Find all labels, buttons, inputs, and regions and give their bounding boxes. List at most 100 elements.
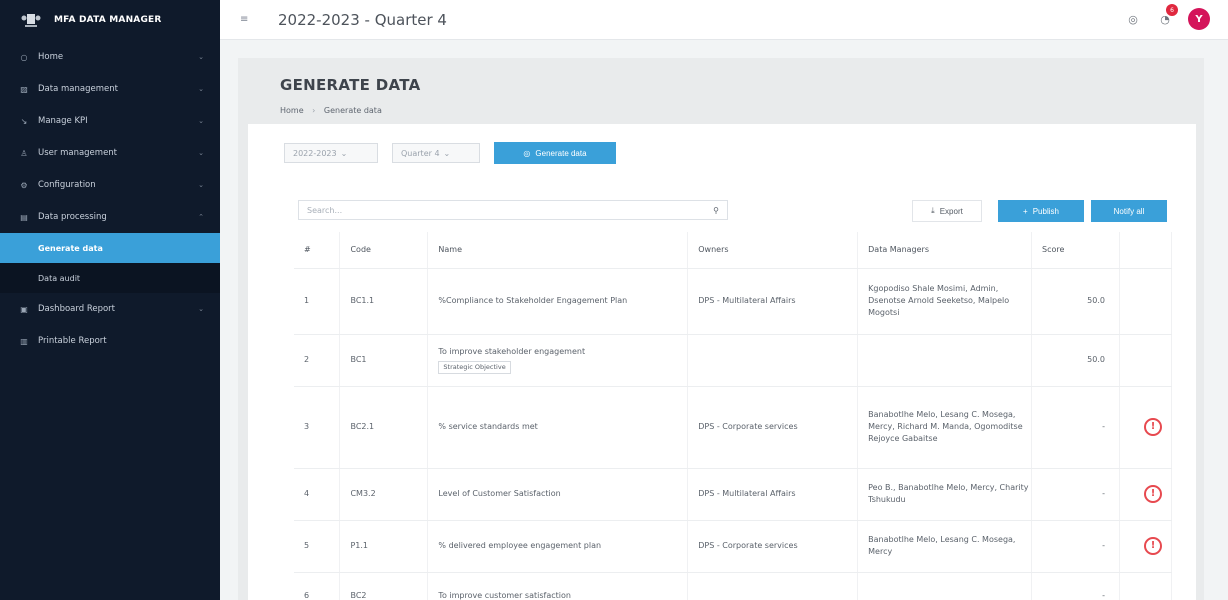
- dashboard-icon: ▣: [20, 304, 28, 314]
- publish-label: Publish: [1032, 206, 1059, 216]
- cell-name: To improve customer satisfaction: [427, 572, 689, 600]
- cell-number: 5: [294, 520, 341, 573]
- cell-owners: DPS - Multilateral Affairs: [687, 468, 859, 521]
- cell-owners: DPS - Corporate services: [687, 520, 859, 573]
- cell-data-managers: Peo B., Banabotlhe Melo, Mercy, Charity …: [857, 468, 1033, 521]
- chevron-down-icon: ⌄: [340, 148, 348, 158]
- notify-all-button[interactable]: Notify all: [1091, 200, 1167, 222]
- app-title: MFA DATA MANAGER: [54, 15, 162, 25]
- chevron-down-icon: ⌄: [198, 53, 204, 61]
- quarter-select[interactable]: Quarter 4 ⌄: [392, 143, 480, 163]
- sidebar-item-label: Manage KPI: [38, 116, 88, 126]
- home-icon: ○: [20, 52, 28, 62]
- sidebar: MFA DATA MANAGER ○ Home ⌄ ▨ Data managem…: [0, 0, 220, 600]
- warning-icon[interactable]: !: [1143, 537, 1162, 555]
- notification-button[interactable]: ◔ 6: [1156, 4, 1178, 28]
- column-header-owners[interactable]: Owners: [687, 232, 859, 269]
- quarter-select-value: Quarter 4: [401, 148, 440, 158]
- user-icon: ♙: [20, 148, 28, 158]
- cell-actions: [1119, 334, 1173, 387]
- cell-owners: [687, 334, 859, 387]
- chevron-up-icon: ⌃: [198, 213, 204, 221]
- edit-icon: ▨: [20, 84, 28, 94]
- period-title: 2022-2023 - Quarter 4: [278, 10, 447, 29]
- sidebar-subitem-generate-data[interactable]: Generate data: [0, 233, 220, 263]
- export-label: Export: [939, 206, 963, 216]
- cell-data-managers: [857, 572, 1033, 600]
- cell-number: 3: [294, 386, 341, 469]
- refresh-icon: ◎: [523, 148, 531, 158]
- table-row[interactable]: 3 BC2.1 % service standards met DPS - Co…: [294, 386, 1173, 469]
- column-header-data-managers[interactable]: Data Managers: [857, 232, 1033, 269]
- chart-icon: ↘: [20, 116, 28, 126]
- table-row[interactable]: 2 BC1 To improve stakeholder engagement …: [294, 334, 1173, 387]
- generate-data-card: 2022-2023 ⌄ Quarter 4 ⌄ ◎ Generate data …: [248, 124, 1196, 600]
- sidebar-item-data-processing[interactable]: ▤ Data processing ⌃: [0, 201, 220, 233]
- column-header-name[interactable]: Name: [427, 232, 689, 269]
- column-header-code[interactable]: Code: [339, 232, 429, 269]
- sidebar-item-printable-report[interactable]: ▥ Printable Report: [0, 325, 220, 357]
- sidebar-item-dashboard-report[interactable]: ▣ Dashboard Report ⌄: [0, 293, 220, 325]
- data-table: # Code Name Owners Data Managers Score 1…: [294, 232, 1173, 600]
- sidebar-item-manage-kpi[interactable]: ↘ Manage KPI ⌄: [0, 105, 220, 137]
- year-select[interactable]: 2022-2023 ⌄: [284, 143, 378, 163]
- warning-icon[interactable]: !: [1143, 418, 1162, 436]
- page-title: GENERATE DATA: [280, 76, 421, 94]
- column-header-score[interactable]: Score: [1031, 232, 1120, 269]
- sidebar-item-user-management[interactable]: ♙ User management ⌄: [0, 137, 220, 169]
- cell-data-managers: Banabotlhe Melo, Lesang C. Mosega, Mercy…: [857, 386, 1033, 469]
- sidebar-item-data-management[interactable]: ▨ Data management ⌄: [0, 73, 220, 105]
- sidebar-item-label: Data management: [38, 84, 118, 94]
- cell-owners: [687, 572, 859, 600]
- generate-data-button[interactable]: ◎ Generate data: [494, 142, 616, 164]
- sidebar-item-home[interactable]: ○ Home ⌄: [0, 41, 220, 73]
- main-content: GENERATE DATA Home › Generate data 2022-…: [238, 58, 1204, 600]
- publish-button[interactable]: + Publish: [998, 200, 1084, 222]
- cell-number: 4: [294, 468, 341, 521]
- cell-code: P1.1: [339, 520, 429, 573]
- page-header: GENERATE DATA Home › Generate data: [238, 58, 1204, 124]
- chevron-down-icon: ⌄: [198, 149, 204, 157]
- sidebar-subitem-data-audit[interactable]: Data audit: [0, 263, 220, 293]
- search-icon: ⚲: [713, 205, 719, 215]
- export-button[interactable]: ⤓ Export: [912, 200, 982, 222]
- strategic-objective-tag: Strategic Objective: [438, 361, 511, 374]
- cell-number: 2: [294, 334, 341, 387]
- chevron-down-icon: ⌄: [198, 181, 204, 189]
- table-header-row: # Code Name Owners Data Managers Score: [294, 232, 1173, 269]
- cell-actions: !: [1119, 520, 1173, 573]
- table-row[interactable]: 5 P1.1 % delivered employee engagement p…: [294, 520, 1173, 573]
- column-header-number[interactable]: #: [294, 232, 341, 269]
- cell-code: BC1: [339, 334, 429, 387]
- table-row[interactable]: 4 CM3.2 Level of Customer Satisfaction D…: [294, 468, 1173, 521]
- cell-actions: [1119, 572, 1173, 600]
- cell-data-managers: [857, 334, 1033, 387]
- warning-icon[interactable]: !: [1143, 485, 1162, 503]
- chevron-down-icon: ⌄: [198, 117, 204, 125]
- eye-icon[interactable]: ◎: [1124, 10, 1142, 28]
- table-row[interactable]: 6 BC2 To improve customer satisfaction -: [294, 572, 1173, 600]
- coat-of-arms-logo: [20, 11, 42, 29]
- plus-icon: +: [1023, 206, 1028, 216]
- breadcrumb: Home › Generate data: [280, 106, 382, 115]
- sidebar-item-configuration[interactable]: ⚙ Configuration ⌄: [0, 169, 220, 201]
- gear-icon: ⚙: [20, 180, 28, 190]
- cell-code: BC2.1: [339, 386, 429, 469]
- sidebar-item-label: Configuration: [38, 180, 96, 190]
- search-placeholder: Search...: [307, 205, 343, 215]
- menu-toggle-icon[interactable]: ≡: [240, 14, 250, 25]
- brand[interactable]: MFA DATA MANAGER: [0, 0, 220, 40]
- cell-code: CM3.2: [339, 468, 429, 521]
- search-input[interactable]: Search... ⚲: [298, 200, 728, 220]
- cell-name: % service standards met: [427, 386, 689, 469]
- sidebar-item-label: Dashboard Report: [38, 304, 115, 314]
- filters: 2022-2023 ⌄ Quarter 4 ⌄ ◎ Generate data: [284, 142, 616, 164]
- breadcrumb-home[interactable]: Home: [280, 106, 304, 115]
- notification-badge: 6: [1166, 4, 1178, 16]
- cell-owners: DPS - Corporate services: [687, 386, 859, 469]
- topbar-actions: ◎ ◔ 6 Y: [1124, 4, 1210, 30]
- cell-score: 50.0: [1031, 334, 1120, 387]
- chevron-down-icon: ⌄: [198, 85, 204, 93]
- avatar[interactable]: Y: [1188, 8, 1210, 30]
- table-row[interactable]: 1 BC1.1 %Compliance to Stakeholder Engag…: [294, 268, 1173, 335]
